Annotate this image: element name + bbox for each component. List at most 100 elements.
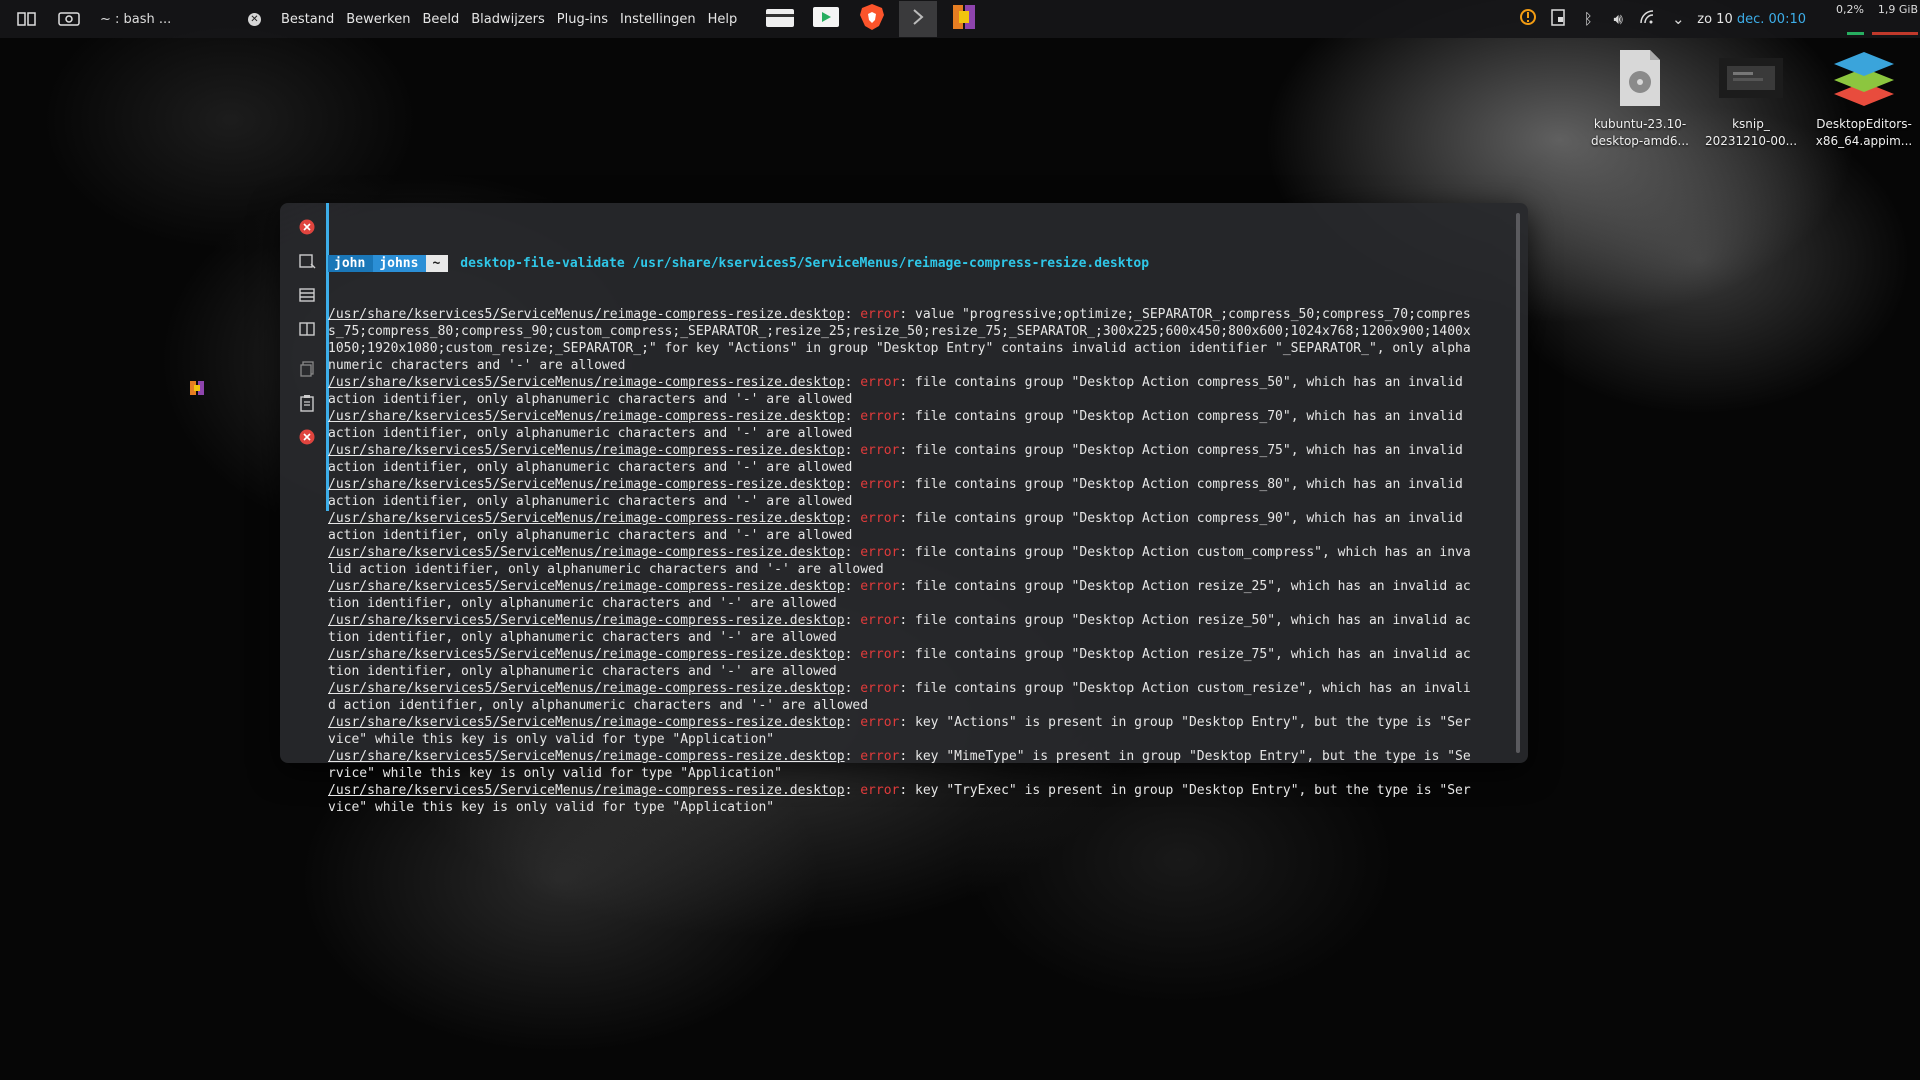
screenshot-icon[interactable]: [52, 4, 86, 34]
memory-monitor[interactable]: 1,9 GiB: [1870, 0, 1920, 38]
file-path-link[interactable]: /usr/share/kservices5/ServiceMenus/reima…: [328, 409, 845, 424]
close-tab-icon[interactable]: [295, 215, 319, 239]
terminal-sidebar: [292, 215, 322, 459]
terminal-line: /usr/share/kservices5/ServiceMenus/reima…: [328, 442, 1500, 459]
terminal-line: /usr/share/kservices5/ServiceMenus/reima…: [328, 374, 1500, 391]
file-manager-launcher[interactable]: [761, 1, 799, 37]
menu-beeld[interactable]: Beeld: [416, 12, 465, 27]
error-message: : file contains group "Desktop Action co…: [899, 511, 1463, 526]
menu-bewerken[interactable]: Bewerken: [340, 12, 416, 27]
memory-value: 1,9 GiB: [1877, 3, 1918, 16]
file-path-link[interactable]: /usr/share/kservices5/ServiceMenus/reima…: [328, 307, 845, 322]
volume-icon[interactable]: 🔊︎: [1603, 10, 1633, 28]
terminal-line-continuation: rvice" while this key is only valid for …: [328, 766, 782, 781]
terminal-line: /usr/share/kservices5/ServiceMenus/reima…: [328, 646, 1500, 663]
line-separator: :: [844, 749, 861, 764]
cpu-monitor[interactable]: 0,2%: [1820, 0, 1866, 38]
bluetooth-icon[interactable]: ᛒ: [1573, 10, 1603, 28]
file-path-link[interactable]: /usr/share/kservices5/ServiceMenus/reima…: [328, 477, 845, 492]
terminal-line-continuation: action identifier, only alphanumeric cha…: [328, 460, 853, 475]
error-label: error: [860, 307, 900, 322]
clock[interactable]: zo 10 dec. 00:10: [1697, 12, 1806, 27]
clock-time: 00:10: [1768, 11, 1806, 27]
file-path-link[interactable]: /usr/share/kservices5/ServiceMenus/reima…: [328, 511, 845, 526]
chevron-down-icon[interactable]: ⌄: [1663, 10, 1693, 28]
file-path-link[interactable]: /usr/share/kservices5/ServiceMenus/reima…: [328, 681, 845, 696]
error-message: : file contains group "Desktop Action re…: [899, 579, 1471, 594]
colorful-app-icon: [951, 3, 977, 35]
terminal-line: /usr/share/kservices5/ServiceMenus/reima…: [328, 782, 1500, 799]
file-path-link[interactable]: /usr/share/kservices5/ServiceMenus/reima…: [328, 375, 845, 390]
clock-month: dec.: [1736, 11, 1765, 27]
terminal-launcher[interactable]: [899, 1, 938, 37]
terminal-scrollbar[interactable]: [1516, 213, 1520, 753]
iso-disk-icon: [1586, 46, 1694, 110]
desktop-icon-desktopeditors[interactable]: DesktopEditors- x86_64.appim...: [1810, 46, 1918, 150]
new-tab-icon[interactable]: [295, 249, 319, 273]
file-path-link[interactable]: /usr/share/kservices5/ServiceMenus/reima…: [328, 545, 845, 560]
brave-lion-icon: [859, 3, 885, 35]
app-launcher-colorful[interactable]: [945, 1, 983, 37]
terminal-line: /usr/share/kservices5/ServiceMenus/reima…: [328, 714, 1500, 731]
brave-browser-launcher[interactable]: [853, 1, 891, 37]
menu-bar: Bestand Bewerken Beeld Bladwijzers Plug-…: [275, 12, 743, 27]
terminal-line: /usr/share/kservices5/ServiceMenus/reima…: [328, 680, 1500, 697]
error-label: error: [860, 375, 900, 390]
error-message: : file contains group "Desktop Action co…: [899, 409, 1463, 424]
desktop-widget-icon[interactable]: [190, 380, 204, 395]
error-label: error: [860, 613, 900, 628]
line-separator: :: [844, 409, 861, 424]
terminal-window[interactable]: john johns ~ desktop-file-validate /usr/…: [280, 203, 1528, 815]
update-notifier-icon[interactable]: [1513, 8, 1543, 30]
menu-bestand[interactable]: Bestand: [275, 12, 340, 27]
menu-bladwijzers[interactable]: Bladwijzers: [465, 12, 551, 27]
menu-instellingen[interactable]: Instellingen: [614, 12, 702, 27]
error-message: : key "Actions" is present in group "Des…: [899, 715, 1471, 730]
error-label: error: [860, 681, 900, 696]
line-separator: :: [844, 443, 861, 458]
terminal-output[interactable]: john johns ~ desktop-file-validate /usr/…: [328, 221, 1500, 850]
menu-help[interactable]: Help: [702, 12, 744, 27]
terminal-line-continuation: vice" while this key is only valid for t…: [328, 800, 775, 815]
error-label: error: [860, 783, 900, 798]
error-label: error: [860, 715, 900, 730]
file-path-link[interactable]: /usr/share/kservices5/ServiceMenus/reima…: [328, 749, 845, 764]
menu-plugins[interactable]: Plug-ins: [551, 12, 614, 27]
line-separator: :: [844, 545, 861, 560]
play-icon: [812, 5, 840, 33]
line-separator: :: [844, 511, 861, 526]
terminal-line: /usr/share/kservices5/ServiceMenus/reima…: [328, 408, 1500, 425]
close-icon[interactable]: ✕: [248, 12, 261, 26]
close-icon[interactable]: [295, 425, 319, 449]
split-vertical-icon[interactable]: [295, 317, 319, 341]
prompt-dir: ~: [426, 255, 449, 272]
split-view-icon[interactable]: [10, 4, 44, 34]
paste-icon[interactable]: [295, 391, 319, 415]
error-message: : file contains group "Desktop Action cu…: [899, 545, 1471, 560]
terminal-line-continuation: tion identifier, only alphanumeric chara…: [328, 664, 837, 679]
file-path-link[interactable]: /usr/share/kservices5/ServiceMenus/reima…: [328, 715, 845, 730]
file-path-link[interactable]: /usr/share/kservices5/ServiceMenus/reima…: [328, 647, 845, 662]
line-separator: :: [844, 375, 861, 390]
line-separator: :: [844, 579, 861, 594]
terminal-line-continuation: action identifier, only alphanumeric cha…: [328, 528, 853, 543]
file-path-link[interactable]: /usr/share/kservices5/ServiceMenus/reima…: [328, 613, 845, 628]
clock-day: zo: [1697, 11, 1713, 27]
file-path-link[interactable]: /usr/share/kservices5/ServiceMenus/reima…: [328, 783, 845, 798]
error-message: : file contains group "Desktop Action co…: [899, 477, 1463, 492]
terminal-line: /usr/share/kservices5/ServiceMenus/reima…: [328, 476, 1500, 493]
error-message: : file contains group "Desktop Action cu…: [899, 681, 1471, 696]
terminal-line-continuation: action identifier, only alphanumeric cha…: [328, 494, 853, 509]
terminal-line-continuation: d action identifier, only alphanumeric c…: [328, 698, 869, 713]
desktop-icon-ksnip[interactable]: ksnip_ 20231210-00...: [1697, 46, 1805, 150]
system-tray: ᛒ 🔊︎ ⌄ zo 10 dec. 00:10 0,2% 1,9 GiB: [1513, 0, 1920, 38]
media-player-launcher[interactable]: [807, 1, 845, 37]
desktop-icon-kubuntu-iso[interactable]: kubuntu-23.10- desktop-amd6...: [1586, 46, 1694, 150]
network-icon[interactable]: [1633, 9, 1663, 29]
copy-icon[interactable]: [295, 357, 319, 381]
split-horizontal-icon[interactable]: [295, 283, 319, 307]
window-title: ~ : bash ...: [100, 11, 172, 27]
clipboard-tray-icon[interactable]: [1543, 8, 1573, 30]
file-path-link[interactable]: /usr/share/kservices5/ServiceMenus/reima…: [328, 579, 845, 594]
file-path-link[interactable]: /usr/share/kservices5/ServiceMenus/reima…: [328, 443, 845, 458]
